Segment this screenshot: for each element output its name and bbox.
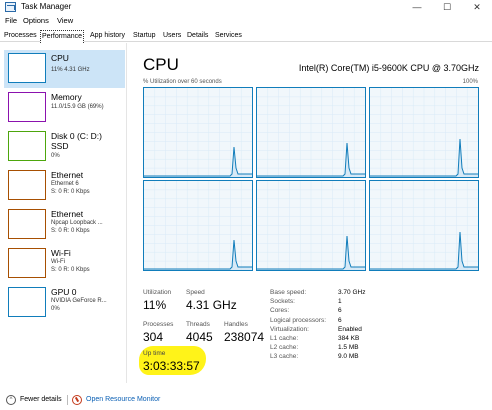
window-title: Task Manager [21, 2, 72, 11]
uptime-value: 3:03:33:57 [143, 359, 200, 373]
tab-startup[interactable]: Startup [133, 31, 156, 42]
sidebar-item-detail: S: 0 R: 0 Kbps [51, 267, 90, 273]
detail-value: 1 [338, 298, 342, 306]
speed-value: 4.31 GHz [186, 298, 237, 312]
chevron-up-icon[interactable]: ^ [6, 395, 16, 405]
minimize-button[interactable]: — [402, 0, 432, 15]
detail-label: Logical processors: [270, 316, 326, 324]
detail-value: 384 KB [338, 335, 360, 342]
ethernet-thumbnail-graph [8, 170, 46, 200]
title-bar: Task Manager — ☐ ✕ [0, 0, 492, 15]
handles-label: Handles [224, 321, 248, 328]
sidebar-item-disk[interactable]: Disk 0 (C: D:) SSD 0% [4, 128, 125, 166]
maximize-button[interactable]: ☐ [432, 0, 462, 15]
gpu-thumbnail-graph [8, 287, 46, 317]
memory-thumbnail-graph [8, 92, 46, 122]
tab-performance[interactable]: Performance [40, 30, 85, 43]
tab-users[interactable]: Users [163, 31, 181, 42]
page-title: CPU [143, 55, 179, 74]
sidebar-item-gpu[interactable]: GPU 0 NVIDIA GeForce R... 0% [4, 284, 125, 322]
detail-label: Sockets: [270, 298, 295, 306]
tab-details[interactable]: Details [187, 31, 208, 42]
sidebar-item-title: Ethernet [51, 170, 84, 180]
tab-app-history[interactable]: App history [90, 31, 125, 42]
detail-label: Cores: [270, 307, 290, 315]
close-button[interactable]: ✕ [462, 0, 492, 15]
tab-bar: Processes Performance App history Startu… [0, 30, 492, 43]
sidebar-item-memory[interactable]: Memory 11.0/15.9 GB (69%) [4, 89, 125, 127]
utilization-label: Utilization [143, 289, 172, 296]
processes-value: 304 [143, 330, 164, 344]
logical-processor-graph [369, 87, 479, 178]
sidebar-item-title: Memory [51, 92, 82, 102]
detail-label: Base speed: [270, 289, 307, 296]
threads-label: Threads [186, 321, 210, 328]
sidebar-item-subtitle: Wi-Fi [51, 259, 65, 265]
sidebar-item-subtitle: NVIDIA GeForce R... [51, 298, 107, 304]
sidebar-item-title: Ethernet [51, 209, 84, 219]
handles-value: 238074 [224, 330, 265, 344]
performance-sidebar: CPU 11% 4.31 GHz Memory 11.0/15.9 GB (69… [0, 43, 127, 383]
speed-label: Speed [186, 289, 205, 296]
menu-options[interactable]: Options [23, 16, 49, 25]
detail-value: 3.70 GHz [338, 289, 366, 296]
detail-label: L1 cache: [270, 335, 299, 342]
sidebar-item-detail: 0% [51, 306, 60, 312]
wifi-thumbnail-graph [8, 248, 46, 278]
sidebar-item-detail: S: 0 R: 0 Kbps [51, 228, 90, 234]
tab-processes[interactable]: Processes [4, 31, 37, 42]
sidebar-item-ethernet-6[interactable]: Ethernet Ethernet 6 S: 0 R: 0 Kbps [4, 167, 125, 205]
sidebar-item-subtitle: Npcap Loopback ... [51, 220, 103, 226]
sidebar-item-subtitle: SSD [51, 141, 69, 151]
cpu-thumbnail-graph [8, 53, 46, 83]
threads-value: 4045 [186, 330, 213, 344]
menu-view[interactable]: View [57, 16, 73, 25]
sidebar-item-title: Disk 0 (C: D:) [51, 131, 102, 141]
logical-processor-graph [256, 87, 366, 178]
detail-value: 9.0 MB [338, 353, 359, 361]
logical-processor-graph [256, 180, 366, 271]
resource-monitor-icon[interactable] [72, 395, 82, 405]
footer-divider [67, 395, 68, 405]
utilization-value: 11% [143, 298, 167, 312]
detail-label: L3 cache: [270, 353, 299, 361]
sidebar-item-title: GPU 0 [51, 287, 77, 297]
ethernet-thumbnail-graph [8, 209, 46, 239]
tab-services[interactable]: Services [215, 31, 242, 42]
sidebar-item-subtitle: 11% 4.31 GHz [51, 67, 90, 73]
sidebar-item-wifi[interactable]: Wi-Fi Wi-Fi S: 0 R: 0 Kbps [4, 245, 125, 283]
sidebar-item-subtitle: Ethernet 6 [51, 181, 79, 187]
sidebar-item-subtitle: 11.0/15.9 GB (69%) [51, 104, 104, 110]
footer: ^ Fewer details Open Resource Monitor [0, 390, 492, 410]
detail-label: L2 cache: [270, 344, 299, 352]
detail-value: 6 [338, 307, 342, 315]
detail-value: 1.5 MB [338, 344, 359, 352]
sidebar-item-title: Wi-Fi [51, 248, 71, 258]
detail-value: 6 [338, 316, 342, 324]
open-resource-monitor-link[interactable]: Open Resource Monitor [86, 396, 160, 403]
utilization-graph-label: % Utilization over 60 seconds [143, 79, 222, 85]
detail-label: Virtualization: [270, 325, 309, 333]
logical-processor-graph [369, 180, 479, 271]
menu-file[interactable]: File [5, 16, 17, 25]
sidebar-item-ethernet-npcap[interactable]: Ethernet Npcap Loopback ... S: 0 R: 0 Kb… [4, 206, 125, 244]
task-manager-icon [5, 2, 16, 12]
detail-value: Enabled [338, 325, 362, 333]
cpu-model-name: Intel(R) Core(TM) i5-9600K CPU @ 3.70GHz [298, 63, 479, 73]
logical-processor-graph [143, 87, 253, 178]
fewer-details-link[interactable]: Fewer details [20, 396, 62, 403]
utilization-graph-max: 100% [462, 79, 478, 85]
sidebar-item-title: CPU [51, 53, 69, 63]
sidebar-item-cpu[interactable]: CPU 11% 4.31 GHz [4, 50, 125, 88]
disk-thumbnail-graph [8, 131, 46, 161]
processes-label: Processes [143, 321, 174, 328]
uptime-label: Up time [143, 350, 166, 357]
sidebar-item-detail: S: 0 R: 0 Kbps [51, 189, 90, 195]
sidebar-item-detail: 0% [51, 153, 60, 159]
logical-processor-graph [143, 180, 253, 271]
